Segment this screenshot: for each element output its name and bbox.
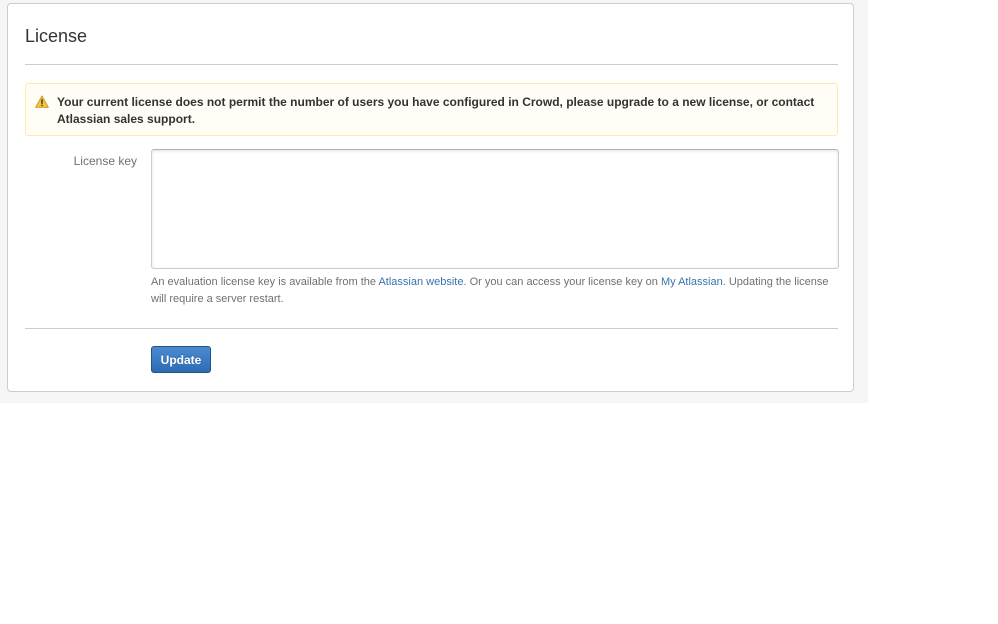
my-atlassian-link[interactable]: My Atlassian bbox=[661, 276, 723, 288]
form-divider bbox=[25, 328, 838, 329]
help-text-middle: . Or you can access your license key on bbox=[463, 276, 661, 288]
help-text-prefix: An evaluation license key is available f… bbox=[151, 276, 379, 288]
license-panel: License Your current license does not pe… bbox=[7, 3, 854, 392]
title-divider bbox=[25, 64, 838, 65]
license-key-textarea[interactable] bbox=[151, 149, 839, 269]
page-title: License bbox=[25, 26, 88, 46]
warning-triangle-icon bbox=[35, 95, 49, 108]
atlassian-website-link[interactable]: Atlassian website bbox=[378, 276, 463, 288]
license-help-text: An evaluation license key is available f… bbox=[151, 274, 831, 308]
license-warning-message: Your current license does not permit the… bbox=[25, 83, 838, 136]
license-key-label: License key bbox=[73, 154, 137, 168]
update-button[interactable]: Update bbox=[151, 346, 211, 373]
warning-text: Your current license does not permit the… bbox=[57, 95, 815, 126]
